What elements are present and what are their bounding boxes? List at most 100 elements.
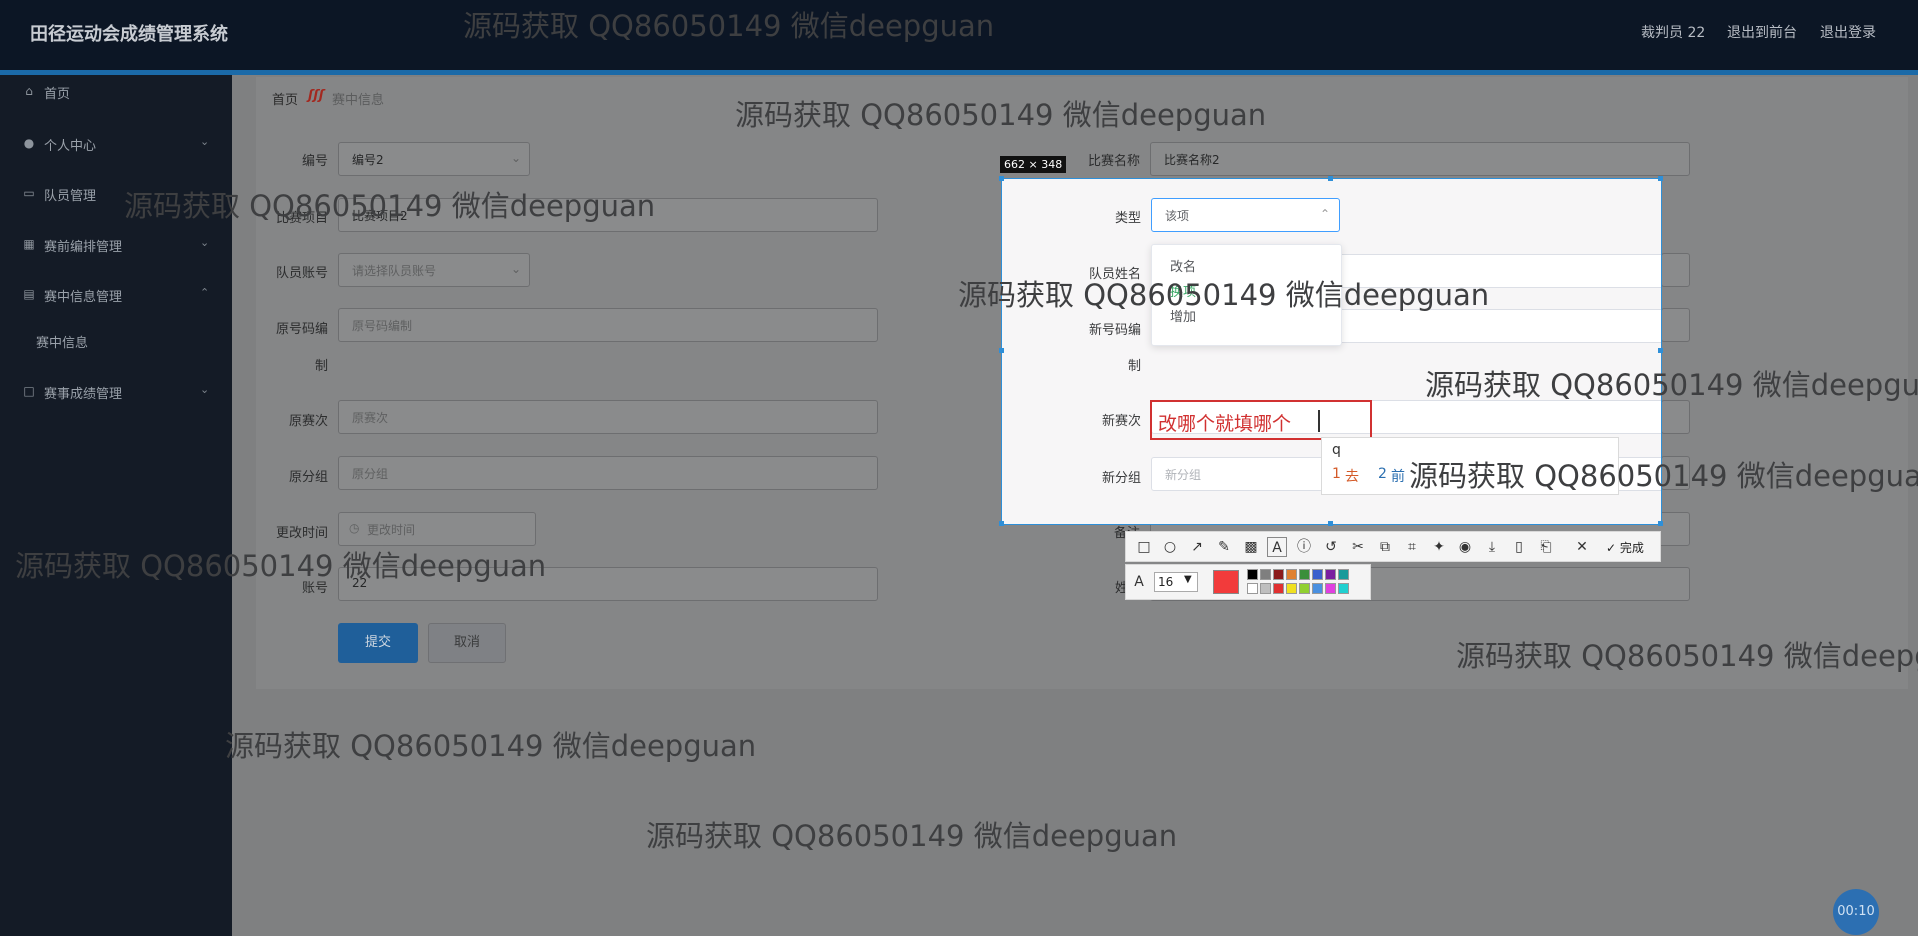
color-swatch[interactable] <box>1260 583 1271 594</box>
account-field[interactable]: 22 <box>338 567 878 601</box>
type-option-change-event[interactable]: 换项 <box>1170 281 1196 300</box>
color-swatch[interactable] <box>1273 569 1284 580</box>
home-icon: ⌂ <box>25 84 33 98</box>
color-swatch[interactable] <box>1299 569 1310 580</box>
new-group-field-edge[interactable] <box>1661 456 1690 490</box>
chevron-down-icon: ⌄ <box>511 151 522 165</box>
capture-toolbar: □ ○ ↗ ✎ ▩ A ⓘ ↺ ✂ ⧉ ⌗ ✦ ◉ ⤓ ▯ ⎗ ✕ ✓ 完成 <box>1125 531 1661 562</box>
capture-handle[interactable] <box>999 348 1004 353</box>
member-name-field-edge[interactable] <box>1661 253 1690 287</box>
type-option-rename[interactable]: 改名 <box>1170 256 1196 275</box>
id-select[interactable]: 编号2 ⌄ <box>338 142 530 176</box>
color-swatch[interactable] <box>1312 583 1323 594</box>
color-swatch[interactable] <box>1312 569 1323 580</box>
clock-icon: ◷ <box>349 521 360 535</box>
sidebar-item-in-match-mgmt[interactable]: ▤ 赛中信息管理 ⌃ <box>0 275 232 315</box>
check-icon: ✓ <box>1606 541 1617 555</box>
annotation-text-box[interactable]: 改哪个就填哪个 <box>1150 400 1372 440</box>
account-label: 账号 <box>301 581 328 596</box>
submit-button[interactable]: 提交 <box>338 623 418 663</box>
orig-round-field[interactable]: 原赛次 <box>338 400 878 434</box>
new-round-field-edge[interactable] <box>1661 400 1690 434</box>
color-swatch[interactable] <box>1286 583 1297 594</box>
close-icon[interactable]: ✕ <box>1572 537 1592 557</box>
exit-to-front-link[interactable]: 退出到前台 <box>1727 22 1797 42</box>
capture-handle[interactable] <box>1658 348 1663 353</box>
new-code-field-edge[interactable] <box>1661 308 1690 342</box>
member-account-select[interactable]: 请选择队员账号 ⌄ <box>338 253 530 287</box>
orig-code-field[interactable]: 原号码编制 <box>338 308 878 342</box>
done-button[interactable]: ✓ 完成 <box>1606 539 1644 556</box>
capture-handle[interactable] <box>999 176 1004 181</box>
sidebar-item-team-members[interactable]: ▭ 队员管理 <box>0 174 232 214</box>
rectangle-tool-icon[interactable]: □ <box>1134 537 1154 557</box>
change-time-picker[interactable]: ◷ 更改时间 <box>338 512 536 546</box>
type-option-add[interactable]: 增加 <box>1170 306 1196 325</box>
color-swatch[interactable] <box>1325 569 1336 580</box>
match-name-field[interactable]: 比赛名称2 <box>1150 142 1690 176</box>
mosaic-tool-icon[interactable]: ▩ <box>1241 537 1261 557</box>
recording-timer: 00:10 <box>1833 889 1879 935</box>
project-field[interactable]: 比赛项目2 <box>338 198 878 232</box>
color-swatch[interactable] <box>1247 569 1258 580</box>
color-swatch[interactable] <box>1286 569 1297 580</box>
member-name-label: 队员姓名 <box>1088 267 1141 282</box>
pen-tool-icon[interactable]: ✎ <box>1214 537 1234 557</box>
type-select[interactable]: 该项 ⌃ <box>1151 198 1340 232</box>
capture-handle[interactable] <box>1658 521 1663 526</box>
logout-link[interactable]: 退出登录 <box>1820 22 1876 42</box>
sidebar-item-pre-match[interactable]: ▦ 赛前编排管理 ⌄ <box>0 225 232 265</box>
ime-candidate-1-num: 1 <box>1332 466 1341 482</box>
orig-code-label-2: 制 <box>314 359 328 374</box>
ocr-icon[interactable]: ⌗ <box>1402 537 1422 557</box>
breadcrumb-logo-icon: ʃʃʃ <box>308 88 325 103</box>
sidebar-item-home[interactable]: ⌂ 首页 <box>0 72 232 112</box>
capture-handle[interactable] <box>1658 176 1663 181</box>
sidebar-item-personal-center[interactable]: ● 个人中心 ⌄ <box>0 124 232 164</box>
ime-candidate-1[interactable]: 去 <box>1345 466 1359 486</box>
capture-handle[interactable] <box>999 521 1004 526</box>
color-swatch[interactable] <box>1338 583 1349 594</box>
ime-candidate-2[interactable]: 前 <box>1391 466 1405 486</box>
download-icon[interactable]: ⤓ <box>1482 537 1502 557</box>
breadcrumb-home[interactable]: 首页 <box>272 89 298 108</box>
bookmark-icon[interactable]: ⎗ <box>1536 537 1556 557</box>
sidebar-item-in-match-info[interactable]: 赛中信息 <box>0 321 232 361</box>
color-swatch[interactable] <box>1247 583 1258 594</box>
text-style-toolbar: A 16 ▼ <box>1125 564 1371 600</box>
capture-handle[interactable] <box>1328 521 1333 526</box>
translate-icon[interactable]: ⧉ <box>1375 537 1395 557</box>
color-swatch[interactable] <box>1338 569 1349 580</box>
record-icon[interactable]: ◉ <box>1455 537 1475 557</box>
new-group-label: 新分组 <box>1101 471 1141 486</box>
ellipse-tool-icon[interactable]: ○ <box>1160 537 1180 557</box>
color-swatch[interactable] <box>1260 569 1271 580</box>
board-icon: □ <box>23 384 35 398</box>
text-tool-icon[interactable]: A <box>1267 537 1287 557</box>
chevron-down-icon: ⌄ <box>511 262 522 276</box>
undo-icon[interactable]: ↺ <box>1321 537 1341 557</box>
pin-icon[interactable]: ✦ <box>1429 537 1449 557</box>
number-marker-icon[interactable]: ⓘ <box>1294 537 1314 557</box>
chevron-up-icon: ⌃ <box>200 286 210 299</box>
cancel-button[interactable]: 取消 <box>428 623 506 663</box>
arrow-tool-icon[interactable]: ↗ <box>1187 537 1207 557</box>
bank-icon: ▤ <box>23 287 35 301</box>
phone-icon[interactable]: ▯ <box>1509 537 1529 557</box>
scissors-icon[interactable]: ✂ <box>1348 537 1368 557</box>
selected-color-swatch[interactable] <box>1213 570 1239 594</box>
capture-handle[interactable] <box>1328 176 1333 181</box>
orig-group-field[interactable]: 原分组 <box>338 456 878 490</box>
team-icon: ▭ <box>23 186 35 200</box>
change-time-label: 更改时间 <box>275 526 328 541</box>
color-swatch[interactable] <box>1273 583 1284 594</box>
new-code-label-2: 制 <box>1127 359 1141 374</box>
type-dropdown: 改名 换项 增加 <box>1151 244 1342 346</box>
color-swatch[interactable] <box>1325 583 1336 594</box>
sidebar-item-results[interactable]: □ 赛事成绩管理 ⌄ <box>0 372 232 412</box>
color-swatch[interactable] <box>1299 583 1310 594</box>
new-code-label: 新号码编 <box>1088 323 1141 338</box>
font-size-select[interactable]: 16 ▼ <box>1154 572 1198 592</box>
user-icon: ● <box>23 136 35 150</box>
id-label: 编号 <box>301 154 328 169</box>
